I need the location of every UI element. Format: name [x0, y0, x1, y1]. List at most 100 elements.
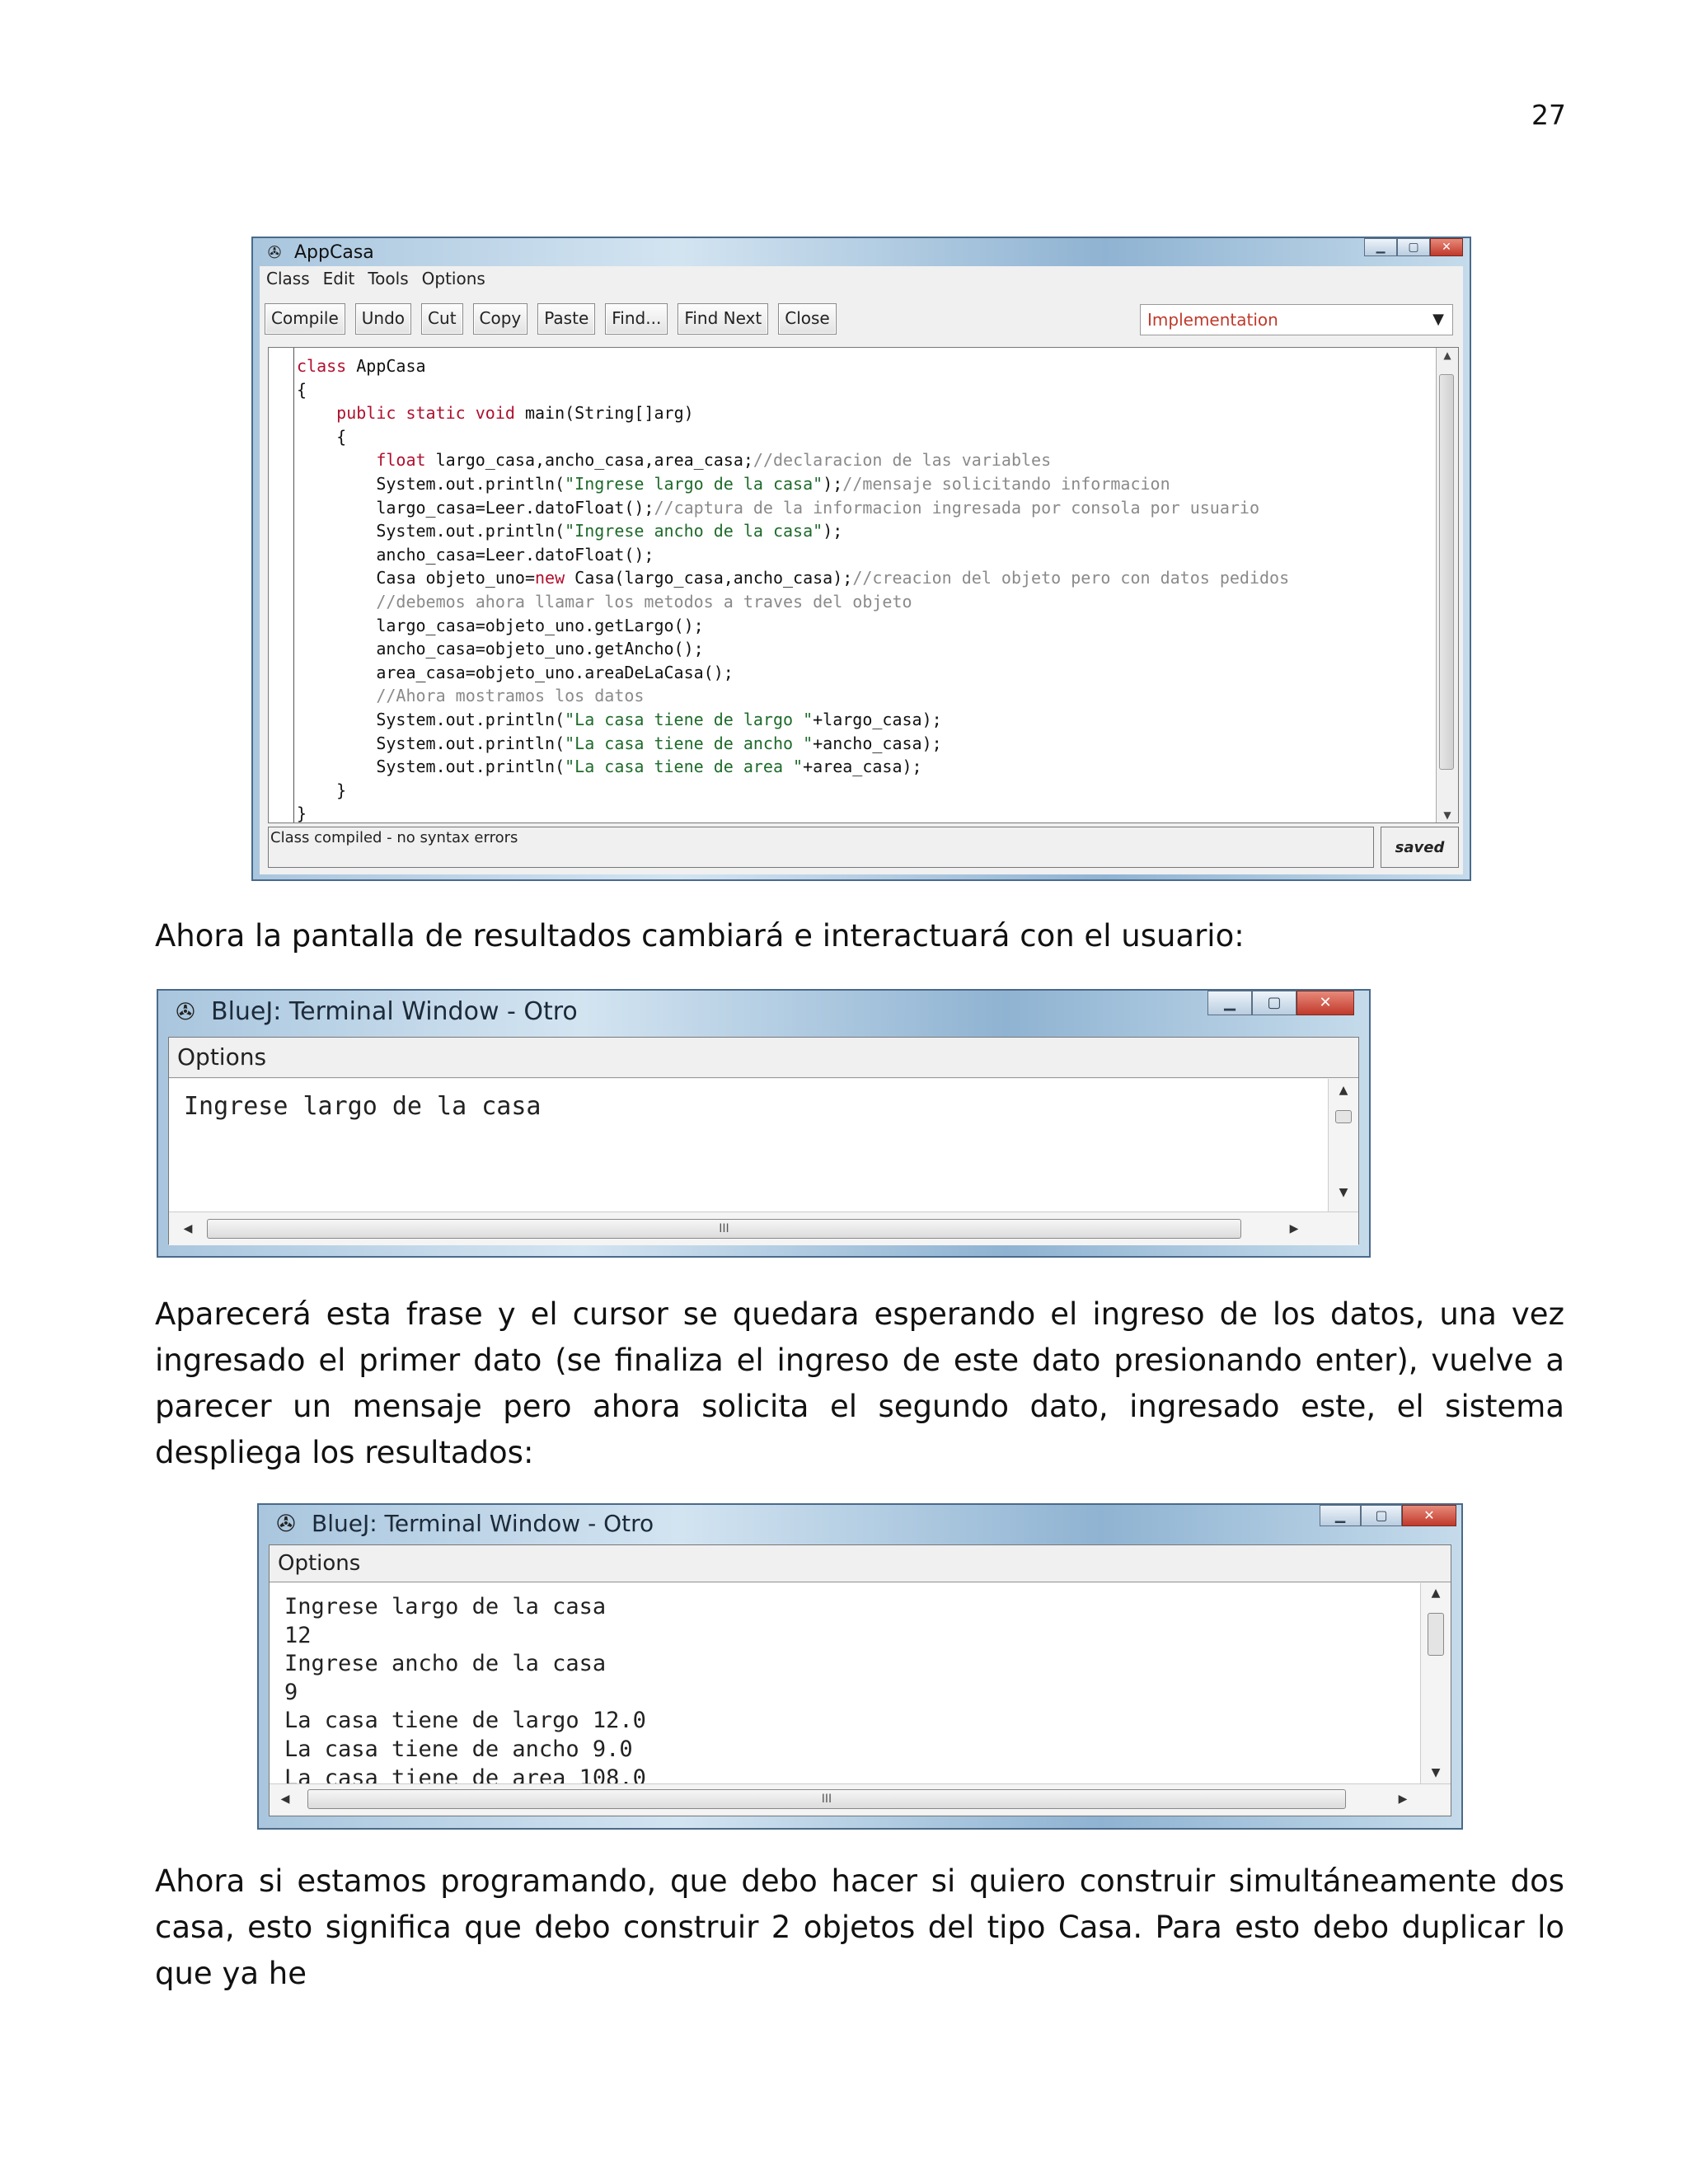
terminal-titlebar[interactable]: ✇ BlueJ: Terminal Window - Otro — [259, 1505, 1461, 1541]
terminal-titlebar[interactable]: ✇ BlueJ: Terminal Window - Otro — [158, 991, 1369, 1032]
code-token: Casa objeto_uno= — [297, 568, 535, 588]
paragraph-2: Aparecerá esta frase y el cursor se qued… — [155, 1296, 1564, 1470]
code-line: } — [297, 802, 1289, 826]
bluej-bird-icon: ✇ — [267, 242, 282, 262]
scroll-left-icon[interactable]: ◀ — [176, 1212, 200, 1245]
close-button[interactable]: Close — [778, 303, 837, 335]
code-token: //Ahora mostramos los datos — [376, 686, 645, 706]
code-token: ); — [823, 473, 843, 494]
menu-options[interactable]: Options — [169, 1038, 1358, 1078]
code-token: //debemos ahora llamar los metodos a tra… — [376, 591, 912, 612]
code-line: ancho_casa=Leer.datoFloat(); — [297, 543, 1289, 567]
status-bar: Class compiled - no syntax errors — [268, 827, 1374, 868]
scroll-left-icon[interactable]: ◀ — [273, 1784, 298, 1814]
code-line: ancho_casa=objeto_uno.getAncho(); — [297, 637, 1289, 661]
scroll-down-icon[interactable]: ▼ — [1421, 1766, 1451, 1779]
minimize-icon[interactable]: ▁ — [1364, 238, 1397, 256]
scroll-down-icon[interactable]: ▼ — [1437, 809, 1458, 821]
code-token: main(String[]arg) — [514, 403, 694, 424]
window-controls: ▁ ▢ ✕ — [1320, 1505, 1456, 1526]
paste-button[interactable]: Paste — [537, 303, 596, 335]
saved-indicator: saved — [1381, 827, 1459, 868]
code-line: //Ahora mostramos los datos — [297, 684, 1289, 708]
menu-options[interactable]: Options — [422, 269, 485, 288]
find-next-button[interactable]: Find Next — [678, 303, 769, 335]
terminal-body: Options Ingrese largo de la casa ▲ ▼ ◀ I… — [168, 1037, 1359, 1245]
close-icon[interactable]: ✕ — [1430, 238, 1463, 256]
code-token: //declaracion de las variables — [753, 450, 1052, 471]
scroll-up-icon[interactable]: ▲ — [1329, 1084, 1358, 1097]
maximize-icon[interactable]: ▢ — [1361, 1505, 1402, 1526]
find-button[interactable]: Find... — [605, 303, 668, 335]
code-token: System.out.println( — [297, 521, 565, 541]
code-token: ); — [823, 521, 843, 541]
code-line: area_casa=objeto_uno.areaDeLaCasa(); — [297, 661, 1289, 685]
compile-button[interactable]: Compile — [265, 303, 345, 335]
terminal-title: BlueJ: Terminal Window - Otro — [312, 1509, 654, 1537]
copy-button[interactable]: Copy — [472, 303, 528, 335]
minimize-icon[interactable]: ▁ — [1207, 991, 1252, 1015]
scroll-down-icon[interactable]: ▼ — [1329, 1186, 1358, 1199]
code-token: "La casa tiene de largo " — [565, 709, 814, 729]
cut-button[interactable]: Cut — [421, 303, 463, 335]
scroll-up-icon[interactable]: ▲ — [1421, 1586, 1451, 1600]
code-token: System.out.println( — [297, 733, 565, 753]
code-line: largo_casa=objeto_uno.getLargo(); — [297, 614, 1289, 638]
code-token: //captura de la informacion ingresada po… — [654, 497, 1259, 518]
menu-edit[interactable]: Edit — [323, 269, 355, 288]
menu-tools[interactable]: Tools — [368, 269, 408, 288]
scroll-up-icon[interactable]: ▲ — [1437, 349, 1458, 361]
window-controls: ▁ ▢ ✕ — [1207, 991, 1354, 1015]
code-token: +largo_casa); — [813, 709, 942, 729]
code-line: float largo_casa,ancho_casa,area_casa;//… — [297, 448, 1289, 472]
vertical-scrollbar[interactable]: ▲ ▼ — [1436, 348, 1458, 823]
code-token: area_casa=objeto_uno.areaDeLaCasa(); — [297, 662, 734, 682]
vertical-scrollbar[interactable]: ▲ ▼ — [1328, 1079, 1358, 1212]
scroll-thumb[interactable] — [1335, 1110, 1352, 1123]
terminal-output-area[interactable]: Ingrese largo de la casa 12 Ingrese anch… — [270, 1583, 1451, 1814]
scroll-thumb[interactable]: III — [307, 1789, 1346, 1809]
terminal-window-1: ✇ BlueJ: Terminal Window - Otro ▁ ▢ ✕ Op… — [157, 989, 1371, 1258]
editor-titlebar[interactable]: ✇ AppCasa — [253, 238, 1470, 266]
close-icon[interactable]: ✕ — [1402, 1505, 1456, 1526]
scroll-right-icon[interactable]: ▶ — [1282, 1212, 1306, 1245]
horizontal-scrollbar[interactable]: ◀ III ▶ — [270, 1783, 1451, 1814]
close-icon[interactable]: ✕ — [1296, 991, 1354, 1015]
terminal-title: BlueJ: Terminal Window - Otro — [211, 996, 578, 1026]
maximize-icon[interactable]: ▢ — [1252, 991, 1296, 1015]
code-token: "Ingrese ancho de la casa" — [565, 521, 823, 541]
horizontal-scrollbar[interactable]: ◀ III ▶ — [169, 1212, 1358, 1245]
menu-class[interactable]: Class — [266, 269, 310, 288]
undo-button[interactable]: Undo — [354, 303, 412, 335]
scroll-thumb[interactable] — [1428, 1613, 1444, 1656]
maximize-icon[interactable]: ▢ — [1397, 238, 1430, 256]
editor-menubar: Class Edit Tools Options — [260, 266, 1463, 291]
minimize-icon[interactable]: ▁ — [1320, 1505, 1361, 1526]
view-mode-select[interactable]: Implementation ▼ — [1140, 304, 1453, 335]
source-code[interactable]: class AppCasa{ public static void main(S… — [297, 354, 1289, 826]
editor-toolbar: Compile Undo Cut Copy Paste Find... Find… — [265, 302, 1458, 335]
code-editor[interactable]: class AppCasa{ public static void main(S… — [268, 347, 1459, 823]
code-line: public static void main(String[]arg) — [297, 401, 1289, 425]
code-token: ancho_casa=Leer.datoFloat(); — [297, 544, 654, 565]
code-line: System.out.println("Ingrese ancho de la … — [297, 519, 1289, 543]
code-line: //debemos ahora llamar los metodos a tra… — [297, 590, 1289, 614]
code-token: AppCasa — [346, 356, 426, 376]
vertical-scrollbar[interactable]: ▲ ▼ — [1420, 1583, 1451, 1784]
scroll-thumb[interactable] — [1439, 374, 1454, 770]
line-gutter — [269, 348, 294, 823]
scroll-right-icon[interactable]: ▶ — [1390, 1784, 1415, 1814]
code-line: System.out.println("La casa tiene de are… — [297, 755, 1289, 779]
code-token: } — [297, 804, 307, 824]
code-token: +ancho_casa); — [813, 733, 942, 753]
menu-options[interactable]: Options — [270, 1545, 1451, 1582]
code-token: ancho_casa=objeto_uno.getAncho(); — [297, 639, 704, 659]
scroll-thumb[interactable]: III — [207, 1219, 1241, 1239]
code-line: largo_casa=Leer.datoFloat();//captura de… — [297, 496, 1289, 520]
code-token: { — [297, 426, 347, 447]
terminal-output-area[interactable]: Ingrese largo de la casa ▲ ▼ ◀ III ▶ — [169, 1079, 1358, 1245]
code-token: new — [534, 568, 565, 588]
code-token: public static void — [336, 403, 515, 424]
